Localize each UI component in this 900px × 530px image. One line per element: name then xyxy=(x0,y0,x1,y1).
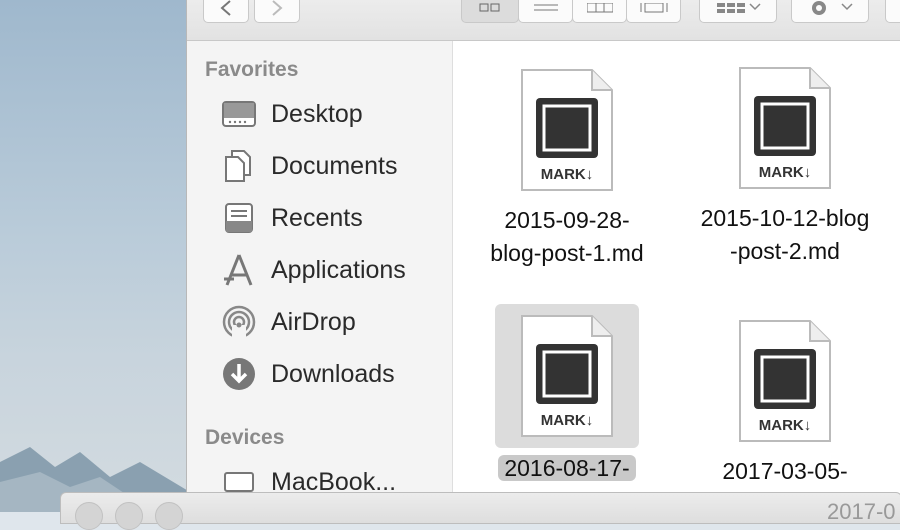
icon-view-button[interactable] xyxy=(461,0,519,23)
downloads-icon xyxy=(221,356,257,392)
markdown-file-icon: MARK↓ xyxy=(739,320,831,442)
sidebar-item-desktop[interactable]: Desktop xyxy=(221,92,446,136)
file-item[interactable]: MARK↓ 2015-09-28- blog-post-1.md xyxy=(467,66,667,270)
list-view-button[interactable] xyxy=(518,0,573,23)
chevron-right-icon xyxy=(272,0,283,16)
list-view-icon xyxy=(533,4,558,10)
desktop-wallpaper xyxy=(0,0,190,512)
sidebar-item-applications[interactable]: Applications xyxy=(221,248,446,292)
gear-icon xyxy=(812,0,853,15)
recents-icon xyxy=(221,200,257,236)
applications-icon xyxy=(221,252,257,288)
file-name-line1: 2015-09-28- xyxy=(504,207,630,233)
finder-window: Favorites Desktop Documents Recents Appl… xyxy=(186,0,900,512)
background-window[interactable]: 2017-0 xyxy=(60,492,900,530)
chevron-left-icon xyxy=(220,0,231,16)
airdrop-icon xyxy=(221,304,257,340)
sidebar-item-label: Documents xyxy=(271,151,398,180)
group-by-button[interactable] xyxy=(699,0,777,23)
file-item-selected[interactable]: MARK↓ 2016-08-17- xyxy=(467,304,667,485)
minimize-button[interactable] xyxy=(115,502,143,530)
sidebar-item-recents[interactable]: Recents xyxy=(221,196,446,240)
gallery-view-icon xyxy=(640,2,667,12)
toolbar xyxy=(187,0,900,41)
forward-button[interactable] xyxy=(254,0,300,23)
documents-icon xyxy=(221,148,257,184)
favorites-header: Favorites xyxy=(205,58,299,81)
markdown-file-icon: MARK↓ xyxy=(521,315,613,437)
sidebar-item-downloads[interactable]: Downloads xyxy=(221,352,446,396)
column-view-button[interactable] xyxy=(572,0,627,23)
file-name-line1: 2016-08-17- xyxy=(498,455,636,481)
file-item[interactable]: MARK↓ 2015-10-12-blog -post-2.md xyxy=(675,64,895,268)
window-title: 2017-0 xyxy=(827,499,896,524)
file-badge: MARK↓ xyxy=(759,417,812,434)
share-button[interactable] xyxy=(885,0,900,23)
grid-group-icon xyxy=(717,2,761,13)
desktop-icon xyxy=(221,96,257,132)
sidebar-item-label: Applications xyxy=(271,255,406,284)
file-name-line2: -post-2.md xyxy=(730,238,840,264)
sidebar-item-label: Downloads xyxy=(271,359,395,388)
grid-view-icon xyxy=(479,3,500,11)
sidebar-item-label: AirDrop xyxy=(271,307,356,336)
file-name-line1: 2015-10-12-blog xyxy=(700,205,870,231)
sidebar-item-label: Recents xyxy=(271,203,363,232)
file-badge: MARK↓ xyxy=(541,412,594,429)
markdown-file-icon: MARK↓ xyxy=(739,67,831,189)
file-badge: MARK↓ xyxy=(759,164,812,181)
file-grid: MARK↓ 2015-09-28- blog-post-1.md MARK↓ 20… xyxy=(453,41,900,512)
action-button[interactable] xyxy=(791,0,869,23)
sidebar: Favorites Desktop Documents Recents Appl… xyxy=(187,41,453,512)
sidebar-item-label: Desktop xyxy=(271,99,363,128)
gallery-view-button[interactable] xyxy=(626,0,681,23)
back-button[interactable] xyxy=(203,0,249,23)
file-name-line2: blog-post-1.md xyxy=(490,240,644,266)
sidebar-item-documents[interactable]: Documents xyxy=(221,144,446,188)
markdown-file-icon: MARK↓ xyxy=(521,69,613,191)
close-button[interactable] xyxy=(75,502,103,530)
file-badge: MARK↓ xyxy=(541,166,594,183)
devices-header: Devices xyxy=(205,426,285,449)
file-item[interactable]: MARK↓ 2017-03-05- xyxy=(675,317,895,488)
file-name-line1: 2017-03-05- xyxy=(722,458,848,484)
sidebar-item-airdrop[interactable]: AirDrop xyxy=(221,300,446,344)
zoom-button[interactable] xyxy=(155,502,183,530)
column-view-icon xyxy=(586,2,613,12)
